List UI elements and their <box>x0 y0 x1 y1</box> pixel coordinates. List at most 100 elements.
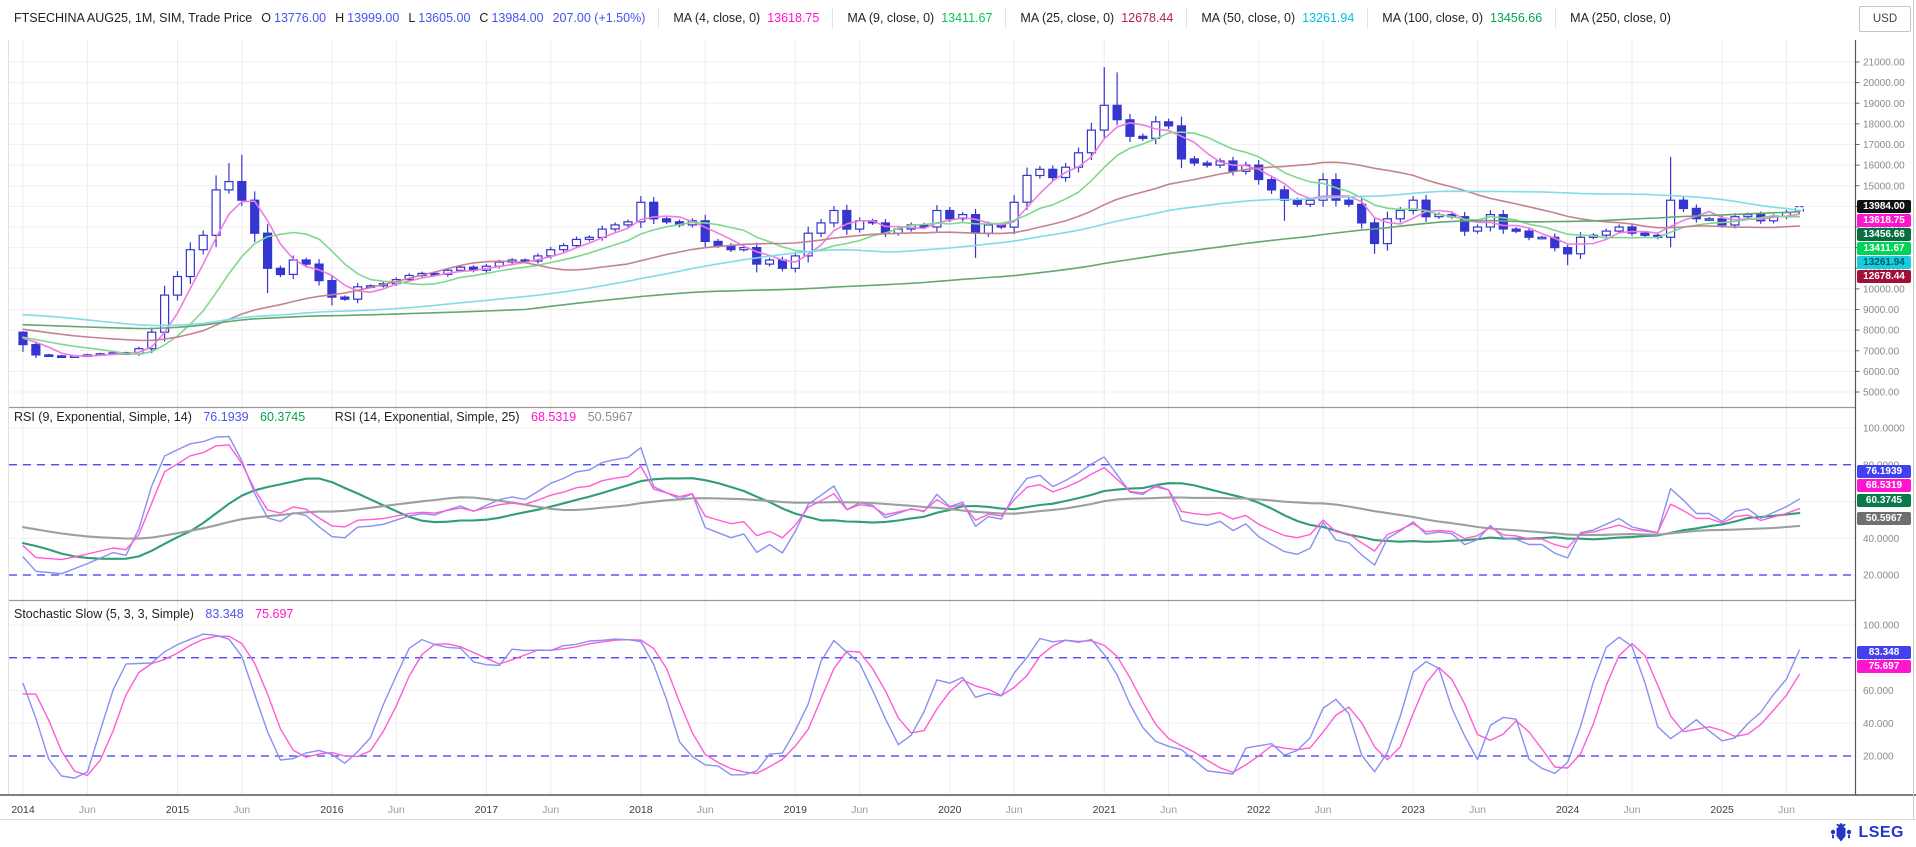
stochastic-k-value: 83.348 <box>205 607 243 621</box>
svg-text:Jun: Jun <box>851 804 868 816</box>
chart-header: FTSECHINA AUG25, 1M, SIM, Trade Price O1… <box>0 0 1916 36</box>
ma-legend-value: 13411.67 <box>941 11 992 25</box>
svg-text:2018: 2018 <box>629 804 653 816</box>
svg-text:Jun: Jun <box>1160 804 1177 816</box>
svg-text:Jun: Jun <box>542 804 559 816</box>
instrument-legend[interactable]: FTSECHINA AUG25, 1M, SIM, Trade Price O1… <box>0 8 658 28</box>
open-label: O <box>261 11 271 25</box>
rsi-legend-label-2: RSI (14, Exponential, Simple, 25) <box>335 410 520 424</box>
change-value: 207.00 (+1.50%) <box>553 11 646 25</box>
currency-selector[interactable]: USD <box>1859 6 1911 32</box>
currency-label: USD <box>1873 13 1897 25</box>
svg-text:2019: 2019 <box>784 804 808 816</box>
svg-text:20.0000: 20.0000 <box>1863 571 1900 582</box>
price-axis-badge: 13261.94 <box>1857 256 1911 269</box>
svg-text:2016: 2016 <box>320 804 344 816</box>
svg-text:18000.00: 18000.00 <box>1863 119 1905 130</box>
svg-text:17000.00: 17000.00 <box>1863 140 1905 151</box>
ma-legend-100[interactable]: MA (100, close, 0) 13456.66 <box>1367 8 1555 28</box>
svg-text:8000.00: 8000.00 <box>1863 326 1900 337</box>
svg-text:Jun: Jun <box>1006 804 1023 816</box>
low-value: 13605.00 <box>418 11 470 25</box>
svg-text:7000.00: 7000.00 <box>1863 346 1900 357</box>
ma-legend-label: MA (4, close, 0) <box>673 11 760 25</box>
lseg-crest-icon <box>1829 823 1853 843</box>
rsi-smooth-value-2: 50.5967 <box>588 410 633 424</box>
lseg-logo: LSEG <box>1829 823 1904 843</box>
price-axis-badge: 13456.66 <box>1857 228 1911 241</box>
lseg-logo-text: LSEG <box>1858 824 1904 842</box>
ma-legend-value: 13456.66 <box>1490 11 1542 25</box>
close-value: 13984.00 <box>491 11 543 25</box>
svg-text:5000.00: 5000.00 <box>1863 388 1900 399</box>
ma-legend-label: MA (250, close, 0) <box>1570 11 1671 25</box>
svg-text:10000.00: 10000.00 <box>1863 284 1905 295</box>
ma-legend-25[interactable]: MA (25, close, 0) 12678.44 <box>1005 8 1186 28</box>
svg-text:40.000: 40.000 <box>1863 719 1894 730</box>
svg-text:2015: 2015 <box>166 804 190 816</box>
rsi-axis-badge: 60.3745 <box>1857 494 1911 507</box>
svg-text:Jun: Jun <box>79 804 96 816</box>
low-label: L <box>408 11 415 25</box>
rsi-legend[interactable]: RSI (9, Exponential, Simple, 14) 76.1939… <box>14 410 633 424</box>
svg-text:2021: 2021 <box>1093 804 1117 816</box>
price-axis-badge: 12678.44 <box>1857 270 1911 283</box>
price-axis-badge: 13984.00 <box>1857 200 1911 213</box>
svg-text:Jun: Jun <box>233 804 250 816</box>
rsi-axis-badge: 50.5967 <box>1857 512 1911 525</box>
svg-text:2017: 2017 <box>475 804 499 816</box>
svg-text:21000.00: 21000.00 <box>1863 58 1905 69</box>
price-axis-badge: 13618.75 <box>1857 214 1911 227</box>
svg-text:9000.00: 9000.00 <box>1863 305 1900 316</box>
ma-legend-9[interactable]: MA (9, close, 0) 13411.67 <box>832 8 1005 28</box>
svg-text:40.0000: 40.0000 <box>1863 534 1900 545</box>
open-value: 13776.00 <box>274 11 326 25</box>
svg-text:Jun: Jun <box>1624 804 1641 816</box>
ma-legend-label: MA (9, close, 0) <box>847 11 934 25</box>
high-label: H <box>335 11 344 25</box>
svg-text:2025: 2025 <box>1710 804 1734 816</box>
stochastic-d-value: 75.697 <box>255 607 293 621</box>
svg-text:100.000: 100.000 <box>1863 621 1900 632</box>
ma-legend-value: 13261.94 <box>1302 11 1354 25</box>
ma-legend-label: MA (100, close, 0) <box>1382 11 1483 25</box>
svg-text:19000.00: 19000.00 <box>1863 99 1905 110</box>
rsi-smooth-value: 60.3745 <box>260 410 305 424</box>
instrument-title: FTSECHINA AUG25, 1M, SIM, Trade Price <box>14 11 252 25</box>
stochastic-axis-badge: 75.697 <box>1857 660 1911 673</box>
rsi-legend-label: RSI (9, Exponential, Simple, 14) <box>14 410 192 424</box>
ma-legend-4[interactable]: MA (4, close, 0) 13618.75 <box>658 8 832 28</box>
stochastic-legend-label: Stochastic Slow (5, 3, 3, Simple) <box>14 607 194 621</box>
svg-text:100.0000: 100.0000 <box>1863 424 1905 435</box>
svg-text:2023: 2023 <box>1401 804 1425 816</box>
svg-text:20000.00: 20000.00 <box>1863 78 1905 89</box>
svg-text:Jun: Jun <box>1778 804 1795 816</box>
chart-window: 21000.00 20000.00 19000.00 18000.00 17000.00… <box>0 0 1916 847</box>
ma-legend-value: 13618.75 <box>767 11 819 25</box>
stochastic-legend[interactable]: Stochastic Slow (5, 3, 3, Simple) 83.348… <box>14 607 293 621</box>
svg-text:60.000: 60.000 <box>1863 686 1894 697</box>
ma-legend-label: MA (25, close, 0) <box>1020 11 1114 25</box>
ma-legend-value: 12678.44 <box>1121 11 1173 25</box>
rsi-axis-badge: 76.1939 <box>1857 465 1911 478</box>
svg-text:Jun: Jun <box>388 804 405 816</box>
svg-text:2024: 2024 <box>1556 804 1580 816</box>
svg-text:2022: 2022 <box>1247 804 1271 816</box>
svg-text:Jun: Jun <box>697 804 714 816</box>
svg-text:15000.00: 15000.00 <box>1863 181 1905 192</box>
svg-text:6000.00: 6000.00 <box>1863 367 1900 378</box>
svg-text:Jun: Jun <box>1315 804 1332 816</box>
rsi-value-2: 68.5319 <box>531 410 576 424</box>
close-label: C <box>479 11 488 25</box>
svg-text:2020: 2020 <box>938 804 962 816</box>
rsi-axis-badge: 68.5319 <box>1857 479 1911 492</box>
svg-text:16000.00: 16000.00 <box>1863 161 1905 172</box>
high-value: 13999.00 <box>347 11 399 25</box>
ma-legend-label: MA (50, close, 0) <box>1201 11 1295 25</box>
svg-text:Jun: Jun <box>1469 804 1486 816</box>
ma-legend-50[interactable]: MA (50, close, 0) 13261.94 <box>1186 8 1367 28</box>
ma-legend-250[interactable]: MA (250, close, 0) <box>1555 8 1691 28</box>
stochastic-axis-badge: 83.348 <box>1857 646 1911 659</box>
rsi-value: 76.1939 <box>203 410 248 424</box>
price-axis-badge: 13411.67 <box>1857 242 1911 255</box>
